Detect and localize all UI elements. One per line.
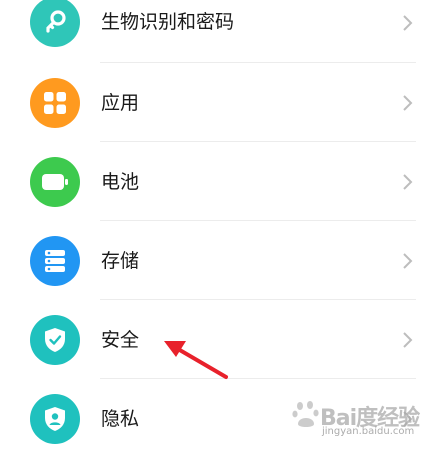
watermark-logo: Bai度经验 jingyan.baidu.com (292, 398, 428, 444)
annotation-arrow-icon (164, 341, 228, 379)
watermark-url: jingyan.baidu.com (322, 426, 415, 437)
